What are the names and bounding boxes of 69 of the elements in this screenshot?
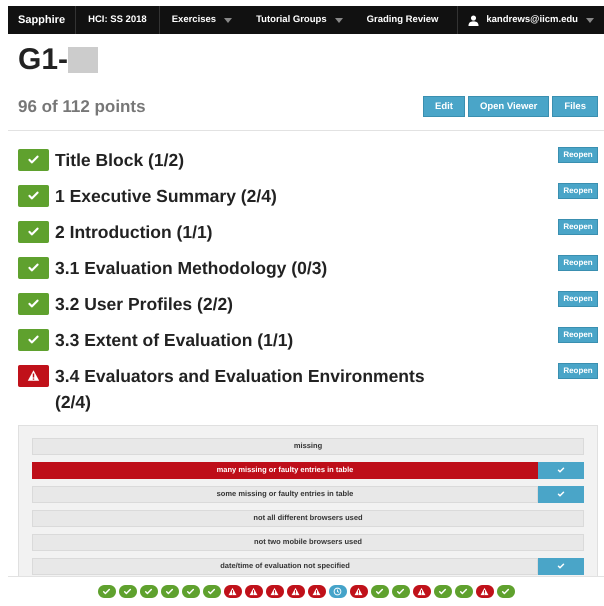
confirm-button[interactable] bbox=[538, 558, 584, 574]
progress-pill[interactable] bbox=[370, 585, 388, 598]
brand-link[interactable]: Sapphire bbox=[8, 6, 76, 34]
check-icon bbox=[557, 562, 565, 570]
points-total: 96 of 112 points bbox=[18, 96, 146, 118]
confirm-button[interactable] bbox=[538, 462, 584, 478]
warning-icon bbox=[249, 587, 258, 596]
user-menu[interactable]: kandrews@iicm.edu bbox=[458, 6, 604, 34]
progress-pill[interactable] bbox=[412, 585, 430, 598]
warning-icon bbox=[27, 369, 40, 382]
page-title: G1- bbox=[18, 45, 68, 75]
check-icon bbox=[102, 587, 111, 596]
warning-icon bbox=[312, 587, 321, 596]
progress-pill[interactable] bbox=[454, 585, 472, 598]
check-icon bbox=[144, 587, 153, 596]
warning-icon bbox=[354, 587, 363, 596]
check-icon bbox=[557, 490, 565, 498]
check-icon bbox=[27, 297, 40, 310]
section-title: 1 Executive Summary (2/4) bbox=[55, 184, 277, 208]
progress-pill[interactable] bbox=[202, 585, 220, 598]
warning-icon bbox=[480, 587, 489, 596]
section-title: 3.1 Evaluation Methodology (0/3) bbox=[55, 256, 328, 280]
warning-icon bbox=[228, 587, 237, 596]
nav-item[interactable]: Exercises bbox=[160, 6, 244, 34]
progress-pill[interactable] bbox=[98, 585, 116, 598]
progress-pill[interactable] bbox=[286, 585, 304, 598]
progress-pill[interactable] bbox=[308, 585, 326, 598]
check-icon bbox=[375, 587, 384, 596]
check-icon bbox=[501, 587, 510, 596]
warning-icon bbox=[270, 587, 279, 596]
warning-icon bbox=[417, 587, 426, 596]
check-icon bbox=[27, 225, 40, 238]
check-icon bbox=[207, 587, 216, 596]
section-title: Title Block (1/2) bbox=[55, 148, 184, 172]
nav-item[interactable]: Grading Review bbox=[354, 6, 450, 34]
nav-item[interactable]: Tutorial Groups bbox=[244, 6, 355, 34]
check-icon bbox=[27, 333, 40, 346]
progress-pill[interactable] bbox=[496, 585, 514, 598]
warning-icon bbox=[291, 587, 300, 596]
check-icon bbox=[165, 587, 174, 596]
progress-pill[interactable] bbox=[160, 585, 178, 598]
progress-pill[interactable] bbox=[328, 585, 346, 598]
section-title: 3.3 Extent of Evaluation (1/1) bbox=[55, 328, 294, 352]
check-icon bbox=[557, 466, 565, 474]
clock-icon bbox=[333, 587, 342, 596]
progress-pill[interactable] bbox=[476, 585, 494, 598]
progress-pill[interactable] bbox=[434, 585, 452, 598]
progress-pill[interactable] bbox=[266, 585, 284, 598]
nav-item[interactable]: HCI: SS 2018 bbox=[76, 6, 159, 34]
check-icon bbox=[123, 587, 132, 596]
confirm-button[interactable] bbox=[538, 486, 584, 502]
progress-pill[interactable] bbox=[244, 585, 262, 598]
progress-pill[interactable] bbox=[392, 585, 410, 598]
check-icon bbox=[438, 587, 447, 596]
section-title: 2 Introduction (1/1) bbox=[55, 220, 212, 244]
progress-pill[interactable] bbox=[224, 585, 242, 598]
section-title: 3.4 Evaluators and Evaluation Environments (2/4) bbox=[55, 364, 426, 414]
check-icon bbox=[396, 587, 405, 596]
section-title: 3.2 User Profiles (2/2) bbox=[55, 292, 233, 316]
progress-pill[interactable] bbox=[350, 585, 368, 598]
check-icon bbox=[27, 189, 40, 202]
check-icon bbox=[27, 153, 40, 166]
check-icon bbox=[27, 261, 40, 274]
progress-pill[interactable] bbox=[118, 585, 136, 598]
user-icon bbox=[468, 14, 480, 26]
progress-pill[interactable] bbox=[140, 585, 158, 598]
check-icon bbox=[459, 587, 468, 596]
progress-pill[interactable] bbox=[182, 585, 200, 598]
check-icon bbox=[186, 587, 195, 596]
